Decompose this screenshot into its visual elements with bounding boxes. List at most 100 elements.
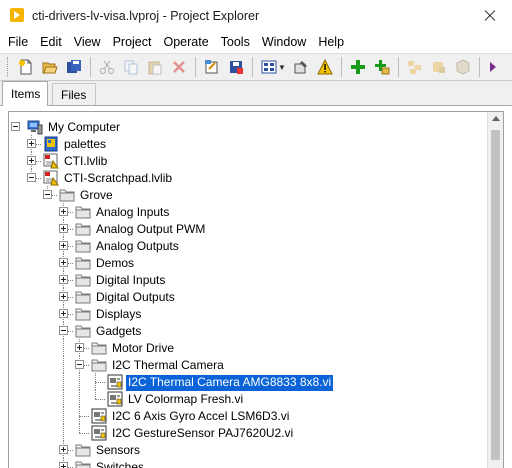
properties-button[interactable]	[290, 56, 312, 78]
tree-item-label: LV Colormap Fresh.vi	[128, 392, 244, 406]
tab-files[interactable]: Files	[52, 83, 96, 106]
new-button[interactable]	[15, 56, 37, 78]
expand-toggle-icon[interactable]	[27, 139, 36, 148]
collapse-toggle-icon[interactable]	[43, 190, 52, 199]
folder-icon	[75, 459, 91, 468]
expand-toggle-icon[interactable]	[75, 343, 84, 352]
expand-button[interactable]	[404, 56, 426, 78]
expand-toggle-icon[interactable]	[27, 156, 36, 165]
menu-help[interactable]: Help	[312, 35, 350, 49]
tree-item-label: CTI-Scratchpad.lvlib	[64, 171, 173, 185]
menu-view[interactable]: View	[68, 35, 107, 49]
add-folder-button[interactable]	[371, 56, 393, 78]
save-all-button[interactable]	[63, 56, 85, 78]
toolbar-separator	[90, 57, 91, 77]
tree-item[interactable]: Analog Inputs	[9, 203, 489, 220]
tree-item[interactable]: palettes	[9, 135, 489, 152]
view-button[interactable]	[258, 56, 280, 78]
tree-item[interactable]: CTI.lvlib	[9, 152, 489, 169]
tree-item[interactable]: Analog Outputs	[9, 237, 489, 254]
scroll-up-arrow-icon[interactable]	[492, 116, 500, 121]
folder-icon	[75, 238, 91, 254]
menu-operate[interactable]: Operate	[157, 35, 214, 49]
close-window-button[interactable]	[466, 0, 512, 32]
expand-toggle-icon[interactable]	[59, 207, 68, 216]
tree-view[interactable]: My Computer palettes CTI.lvlib CTI-Scratchp…	[9, 112, 489, 468]
view-dropdown-caret[interactable]: ▼	[278, 63, 286, 72]
expand-toggle-icon[interactable]	[59, 292, 68, 301]
expand-toggle-icon[interactable]	[59, 445, 68, 454]
add-item-button[interactable]	[347, 56, 369, 78]
tree-item[interactable]: Gadgets	[9, 322, 489, 339]
tree-item-label: I2C GestureSensor PAJ7620U2.vi	[112, 426, 294, 440]
tree-item[interactable]: CTI-Scratchpad.lvlib	[9, 169, 489, 186]
menu-tools[interactable]: Tools	[215, 35, 256, 49]
expand-toggle-icon[interactable]	[59, 275, 68, 284]
open-icon	[42, 62, 58, 74]
tree-item[interactable]: Switches	[9, 458, 489, 468]
properties-icon	[294, 61, 307, 74]
expand-icon	[407, 61, 421, 74]
tree-item[interactable]: Demos	[9, 254, 489, 271]
delete-button[interactable]	[168, 56, 190, 78]
collapse-toggle-icon[interactable]	[75, 360, 84, 369]
palette-library-icon	[43, 136, 59, 152]
project-tree: My Computer palettes CTI.lvlib CTI-Scratchp…	[8, 111, 504, 468]
build-button[interactable]	[201, 56, 223, 78]
title-bar: cti-drivers-lv-visa.lvproj - Project Exp…	[0, 0, 512, 32]
tree-item[interactable]: Digital Inputs	[9, 271, 489, 288]
tree-item[interactable]: Digital Outputs	[9, 288, 489, 305]
more-button[interactable]	[485, 56, 507, 78]
toolbar: ▼	[0, 53, 512, 81]
tree-item[interactable]: I2C Thermal Camera AMG8833 8x8.vi	[9, 373, 489, 392]
menu-edit[interactable]: Edit	[34, 35, 68, 49]
menu-bar: File Edit View Project Operate Tools Win…	[0, 32, 512, 52]
scrollbar-thumb[interactable]	[491, 130, 500, 460]
menu-project[interactable]: Project	[107, 35, 158, 49]
warning-button[interactable]	[314, 56, 336, 78]
tree-item[interactable]: I2C 6 Axis Gyro Accel LSM6D3.vi	[9, 407, 489, 424]
paste-button[interactable]	[144, 56, 166, 78]
collapse-toggle-icon[interactable]	[59, 326, 68, 335]
tree-item[interactable]: LV Colormap Fresh.vi	[9, 390, 489, 407]
library-icon	[43, 170, 59, 186]
expand-toggle-icon[interactable]	[59, 241, 68, 250]
tree-item[interactable]: Grove	[9, 186, 489, 203]
expand-toggle-icon[interactable]	[59, 224, 68, 233]
tree-item[interactable]: My Computer	[9, 118, 489, 135]
tree-item-label: Switches	[96, 460, 145, 468]
toolbar-separator	[252, 57, 253, 77]
collapse-toggle-icon[interactable]	[27, 173, 36, 182]
tree-item-label: I2C Thermal Camera AMG8833 8x8.vi	[124, 374, 335, 392]
menu-window[interactable]: Window	[256, 35, 312, 49]
tree-item[interactable]: I2C Thermal Camera	[9, 356, 489, 373]
tree-item-label: Digital Inputs	[96, 273, 166, 287]
tree-item[interactable]: Sensors	[9, 441, 489, 458]
tree-item-label: Analog Outputs	[96, 239, 179, 253]
collapse-button[interactable]	[428, 56, 450, 78]
tree-item-label: Demos	[96, 256, 135, 270]
folder-icon	[75, 442, 91, 458]
save-button[interactable]	[225, 56, 247, 78]
toolbar-grip[interactable]	[7, 57, 11, 77]
menu-file[interactable]: File	[0, 35, 34, 49]
tab-items[interactable]: Items	[2, 81, 48, 106]
vertical-scrollbar[interactable]	[487, 112, 503, 468]
tree-item[interactable]: Displays	[9, 305, 489, 322]
open-button[interactable]	[39, 56, 61, 78]
tree-item[interactable]: Analog Output PWM	[9, 220, 489, 237]
expand-toggle-icon[interactable]	[59, 309, 68, 318]
tree-item[interactable]: Motor Drive	[9, 339, 489, 356]
tree-item-label: CTI.lvlib	[64, 154, 108, 168]
copy-button[interactable]	[120, 56, 142, 78]
tree-item[interactable]: I2C GestureSensor PAJ7620U2.vi	[9, 424, 489, 441]
cut-button[interactable]	[96, 56, 118, 78]
new-icon	[19, 59, 32, 75]
warning-icon	[317, 59, 333, 75]
cube-button[interactable]	[452, 56, 474, 78]
collapse-toggle-icon[interactable]	[11, 122, 20, 131]
expand-toggle-icon[interactable]	[59, 258, 68, 267]
folder-icon	[59, 187, 75, 203]
toolbar-separator	[397, 57, 399, 77]
expand-toggle-icon[interactable]	[59, 462, 68, 468]
